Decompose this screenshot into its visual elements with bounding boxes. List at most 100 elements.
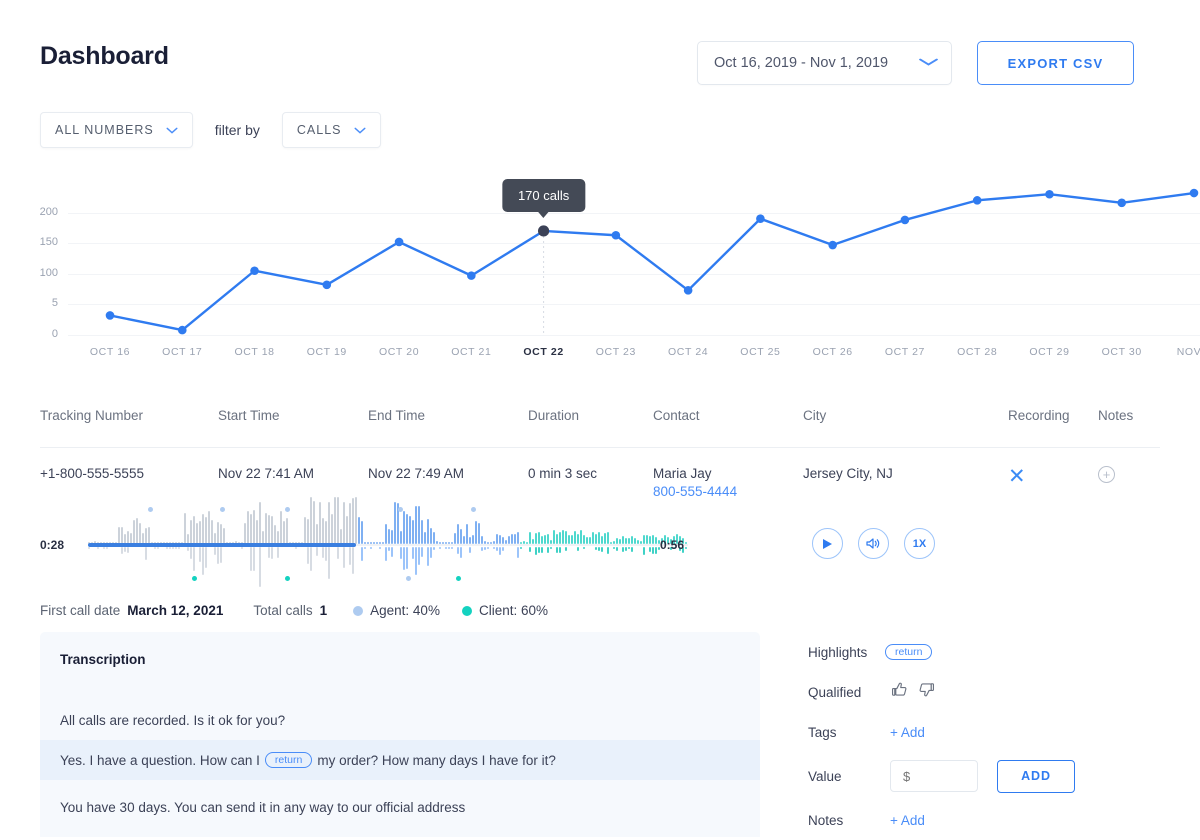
waveform-bar [562,530,564,544]
waveform-bar [421,547,423,557]
value-input[interactable] [890,760,978,792]
all-numbers-dropdown[interactable]: ALL NUMBERS [40,112,193,148]
column-header-contact: Contact [653,408,803,423]
chart-data-point[interactable] [538,225,549,236]
chart-data-point[interactable] [323,281,332,290]
waveform-bar [394,502,396,544]
chart-x-tick: OCT 21 [436,346,506,358]
thumbs-up-icon[interactable] [890,680,909,704]
date-range-picker[interactable]: Oct 16, 2019 - Nov 1, 2019 [697,41,952,85]
chart-data-point[interactable] [828,241,837,250]
volume-icon[interactable] [858,528,889,559]
waveform-bar [565,531,567,544]
chart-x-tick: OCT 22 [509,346,579,358]
client-marker-dot[interactable] [192,576,197,581]
waveform-bar [565,547,567,551]
highlights-chip[interactable]: return [885,644,932,660]
waveform-bar [415,547,417,575]
chart-tooltip: 170 calls [502,179,585,212]
chart-data-point[interactable] [1117,199,1126,208]
total-calls-value: 1 [320,603,328,618]
waveform-bar [127,547,129,553]
waveform-bar [286,518,288,544]
close-icon[interactable]: ✕ [1008,465,1026,488]
waveform-bar [97,547,99,549]
waveform-bar [205,517,207,544]
chart-data-point[interactable] [467,271,476,280]
waveform-bar [310,497,312,544]
chart-data-point[interactable] [973,196,982,205]
waveform-bar [547,547,549,553]
chart-data-point[interactable] [178,326,187,335]
add-tag-link[interactable]: + Add [890,725,925,740]
chart-x-tick: OCT 18 [220,346,290,358]
agent-marker-dot[interactable] [148,507,153,512]
waveform-bar [268,547,270,558]
client-marker-dot[interactable] [406,576,411,581]
legend-agent: Agent: 40% [353,603,440,618]
waveform[interactable] [88,500,688,588]
transcription-line[interactable]: All calls are recorded. Is it ok for you… [40,700,760,740]
play-button[interactable] [812,528,843,559]
waveform-bar [145,547,147,560]
chart-data-point[interactable] [612,231,621,240]
add-note-link[interactable]: + Add [890,813,925,828]
add-note-icon[interactable]: + [1098,466,1115,483]
transcription-line[interactable]: You have 30 days. You can send it in any… [40,787,760,827]
agent-marker-dot[interactable] [471,507,476,512]
agent-marker-dot[interactable] [220,507,225,512]
waveform-bar [616,547,618,551]
client-label: Client: 60% [479,603,548,618]
chart-data-point[interactable] [1045,190,1054,199]
chart-data-point[interactable] [901,216,910,225]
call-type-dropdown[interactable]: CALLS [282,112,381,148]
waveform-bar [529,532,531,544]
waveform-bar [370,547,372,549]
waveform-bar [283,521,285,544]
contact-phone-link[interactable]: 800-555-4444 [653,484,803,499]
chart-x-tick: NOV 1 [1159,346,1200,358]
waveform-progress[interactable] [88,543,356,547]
waveform-bar [547,534,549,544]
waveform-bar [460,547,462,558]
calls-line-chart[interactable]: 20015010050 OCT 16OCT 17OCT 18OCT 19OCT … [0,160,1200,370]
waveform-bar [502,537,504,544]
chart-x-tick: OCT 30 [1087,346,1157,358]
export-csv-button[interactable]: EXPORT CSV [977,41,1134,85]
waveform-bar [379,547,381,549]
waveform-bar [577,547,579,551]
waveform-bar [196,523,198,544]
waveform-bar [502,547,504,551]
client-marker-dot[interactable] [456,576,461,581]
waveform-bar [256,520,258,544]
waveform-bar [343,502,345,544]
thumbs-down-icon[interactable] [917,680,936,704]
agent-marker-dot[interactable] [285,507,290,512]
waveform-bar [412,547,414,559]
add-value-button[interactable]: ADD [997,760,1075,793]
waveform-bar [106,547,108,549]
keyword-chip[interactable]: return [265,752,312,768]
chart-data-point[interactable] [106,311,115,320]
waveform-bar [88,547,90,549]
chart-x-tick: OCT 24 [653,346,723,358]
client-marker-dot[interactable] [285,576,290,581]
chart-data-point[interactable] [756,214,765,223]
cell-start-time: Nov 22 7:41 AM [218,466,368,481]
waveform-bar [187,547,189,551]
waveform-bar [190,520,192,544]
chart-data-point[interactable] [250,266,259,275]
column-header-notes: Notes [1098,408,1158,423]
waveform-bar [649,536,651,544]
playback-speed-button[interactable]: 1X [904,528,935,559]
agent-marker-dot[interactable] [398,507,403,512]
waveform-bar [649,547,651,552]
value-label: Value [808,769,868,784]
waveform-bar [199,547,201,562]
waveform-bar [358,517,360,544]
chart-data-point[interactable] [395,238,404,247]
chart-data-point[interactable] [684,286,693,295]
chart-data-point[interactable] [1190,189,1199,198]
table-row[interactable]: +1-800-555-5555 Nov 22 7:41 AM Nov 22 7:… [40,448,1160,506]
transcription-line-highlighted[interactable]: Yes. I have a question. How can I return… [40,740,760,780]
